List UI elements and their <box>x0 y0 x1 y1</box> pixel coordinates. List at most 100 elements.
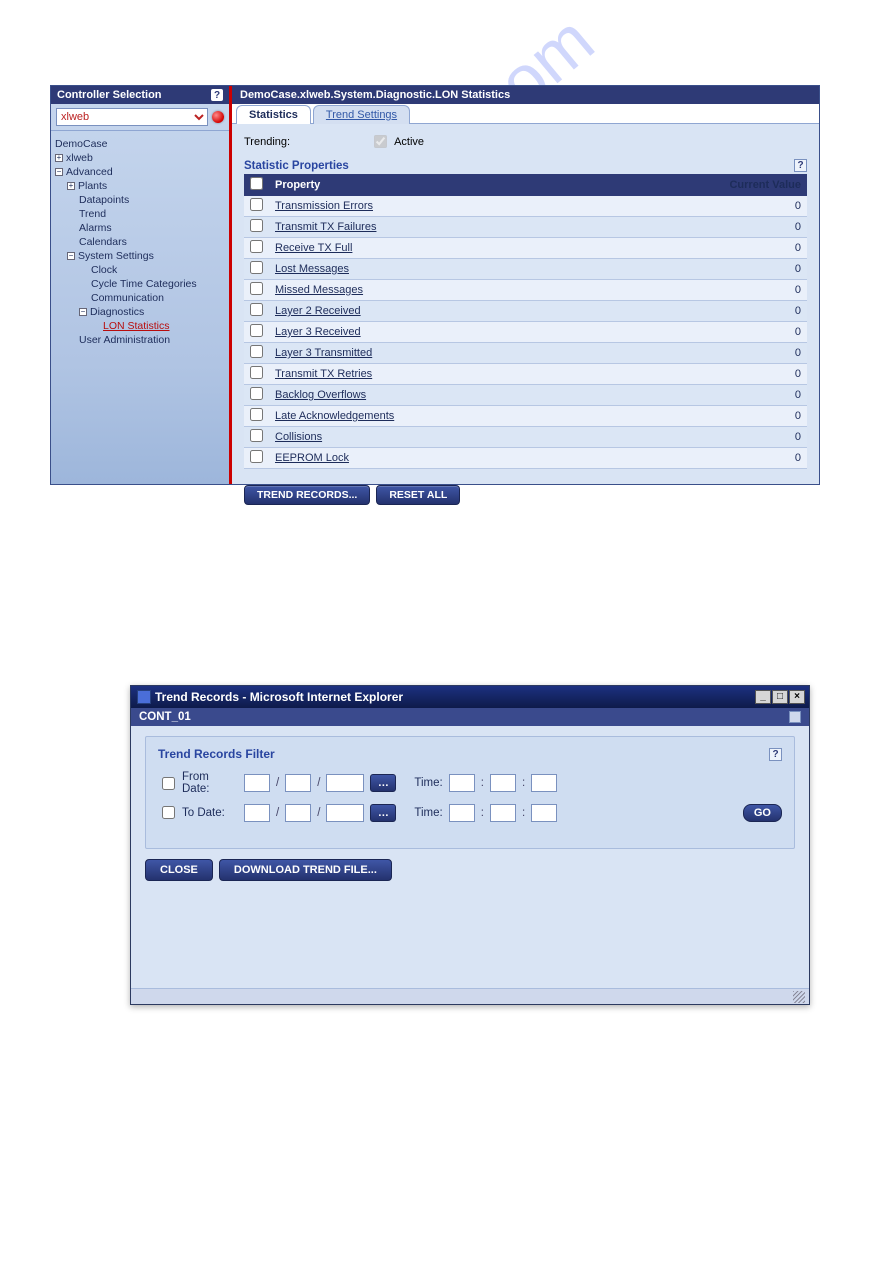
tree-system-settings[interactable]: − System Settings <box>55 249 225 263</box>
tree-calendars[interactable]: Calendars <box>55 235 225 249</box>
trending-row: Trending: Active <box>244 132 807 151</box>
to-date-month[interactable] <box>285 804 311 822</box>
row-checkbox[interactable] <box>250 240 263 253</box>
from-date-year[interactable] <box>326 774 364 792</box>
value-cell: 0 <box>598 259 807 280</box>
trend-records-button[interactable]: TREND RECORDS... <box>244 485 370 505</box>
property-link[interactable]: Layer 3 Transmitted <box>275 347 372 359</box>
tree-lon-statistics[interactable]: LON Statistics <box>55 319 225 333</box>
row-checkbox[interactable] <box>250 387 263 400</box>
trending-label: Trending: <box>244 136 290 148</box>
dialog-buttons: CLOSE DOWNLOAD TREND FILE... <box>145 859 795 881</box>
col-property: Property <box>269 174 598 196</box>
tree-trend[interactable]: Trend <box>55 207 225 221</box>
value-cell: 0 <box>598 322 807 343</box>
property-link[interactable]: Layer 3 Received <box>275 326 361 338</box>
from-date-label: From Date: <box>158 771 238 795</box>
maximize-icon[interactable]: □ <box>772 690 788 704</box>
resize-grip-icon[interactable] <box>793 991 805 1003</box>
row-checkbox[interactable] <box>250 282 263 295</box>
to-date-day[interactable] <box>244 804 270 822</box>
table-row: Receive TX Full0 <box>244 238 807 259</box>
from-date-day[interactable] <box>244 774 270 792</box>
close-button[interactable]: CLOSE <box>145 859 213 881</box>
collapse-icon[interactable]: − <box>55 168 63 176</box>
property-link[interactable]: Layer 2 Received <box>275 305 361 317</box>
collapse-icon[interactable]: − <box>67 252 75 260</box>
row-checkbox[interactable] <box>250 219 263 232</box>
property-link[interactable]: Transmission Errors <box>275 200 373 212</box>
expand-icon[interactable]: + <box>67 182 75 190</box>
to-date-label: To Date: <box>158 803 238 822</box>
help-icon[interactable]: ? <box>794 159 807 172</box>
from-time-ss[interactable] <box>531 774 557 792</box>
value-cell: 0 <box>598 280 807 301</box>
property-link[interactable]: Late Acknowledgements <box>275 410 394 422</box>
sidebar: Controller Selection ? xlweb DemoCase + … <box>51 86 229 484</box>
property-link[interactable]: Backlog Overflows <box>275 389 366 401</box>
tree-user-admin[interactable]: User Administration <box>55 333 225 347</box>
tree-plants[interactable]: + Plants <box>55 179 225 193</box>
property-link[interactable]: Lost Messages <box>275 263 349 275</box>
row-checkbox[interactable] <box>250 429 263 442</box>
tree-cycle-time[interactable]: Cycle Time Categories <box>55 277 225 291</box>
col-checkbox <box>244 174 269 196</box>
close-icon[interactable]: × <box>789 690 805 704</box>
property-link[interactable]: Transmit TX Retries <box>275 368 372 380</box>
to-time-ss[interactable] <box>531 804 557 822</box>
select-all-checkbox[interactable] <box>250 177 263 190</box>
tree-root[interactable]: DemoCase <box>55 137 225 151</box>
from-date-month[interactable] <box>285 774 311 792</box>
row-checkbox[interactable] <box>250 261 263 274</box>
go-button[interactable]: GO <box>743 804 782 822</box>
filter-panel: Trend Records Filter ? From Date: / / … … <box>145 736 795 849</box>
tab-statistics[interactable]: Statistics <box>236 105 311 124</box>
property-link[interactable]: EEPROM Lock <box>275 452 349 464</box>
help-icon[interactable]: ? <box>211 89 223 101</box>
from-time-hh[interactable] <box>449 774 475 792</box>
collapse-icon[interactable]: − <box>79 308 87 316</box>
controller-select[interactable]: xlweb <box>56 108 208 126</box>
to-time-hh[interactable] <box>449 804 475 822</box>
to-date-checkbox[interactable] <box>162 806 175 819</box>
from-date-checkbox[interactable] <box>162 777 175 790</box>
from-date-picker-button[interactable]: … <box>370 774 396 792</box>
row-checkbox[interactable] <box>250 324 263 337</box>
filter-title-row: Trend Records Filter ? <box>158 747 782 761</box>
tree-diagnostics[interactable]: − Diagnostics <box>55 305 225 319</box>
controller-selector-row: xlweb <box>51 104 229 131</box>
tree-clock[interactable]: Clock <box>55 263 225 277</box>
value-cell: 0 <box>598 448 807 469</box>
trend-records-dialog: Trend Records - Microsoft Internet Explo… <box>130 685 810 1005</box>
value-cell: 0 <box>598 217 807 238</box>
tree-datapoints[interactable]: Datapoints <box>55 193 225 207</box>
row-checkbox[interactable] <box>250 345 263 358</box>
tree-alarms[interactable]: Alarms <box>55 221 225 235</box>
to-date-year[interactable] <box>326 804 364 822</box>
tree-advanced[interactable]: − Advanced <box>55 165 225 179</box>
property-link[interactable]: Missed Messages <box>275 284 363 296</box>
property-link[interactable]: Receive TX Full <box>275 242 352 254</box>
tree-communication[interactable]: Communication <box>55 291 225 305</box>
row-checkbox[interactable] <box>250 303 263 316</box>
row-checkbox[interactable] <box>250 198 263 211</box>
table-row: Missed Messages 0 <box>244 280 807 301</box>
to-date-picker-button[interactable]: … <box>370 804 396 822</box>
expand-icon[interactable]: + <box>55 154 63 162</box>
minimize-icon[interactable]: _ <box>755 690 771 704</box>
property-link[interactable]: Collisions <box>275 431 322 443</box>
value-cell: 0 <box>598 301 807 322</box>
row-checkbox[interactable] <box>250 450 263 463</box>
row-checkbox[interactable] <box>250 408 263 421</box>
reset-all-button[interactable]: RESET ALL <box>376 485 460 505</box>
property-link[interactable]: Transmit TX Failures <box>275 221 376 233</box>
sidebar-header: Controller Selection ? <box>51 86 229 104</box>
row-checkbox[interactable] <box>250 366 263 379</box>
to-time-mm[interactable] <box>490 804 516 822</box>
from-time-mm[interactable] <box>490 774 516 792</box>
tab-trend-settings[interactable]: Trend Settings <box>313 105 410 124</box>
help-icon[interactable]: ? <box>769 748 782 761</box>
download-trend-file-button[interactable]: DOWNLOAD TREND FILE... <box>219 859 392 881</box>
record-indicator-icon <box>212 111 224 123</box>
tree-xlweb[interactable]: + xlweb <box>55 151 225 165</box>
